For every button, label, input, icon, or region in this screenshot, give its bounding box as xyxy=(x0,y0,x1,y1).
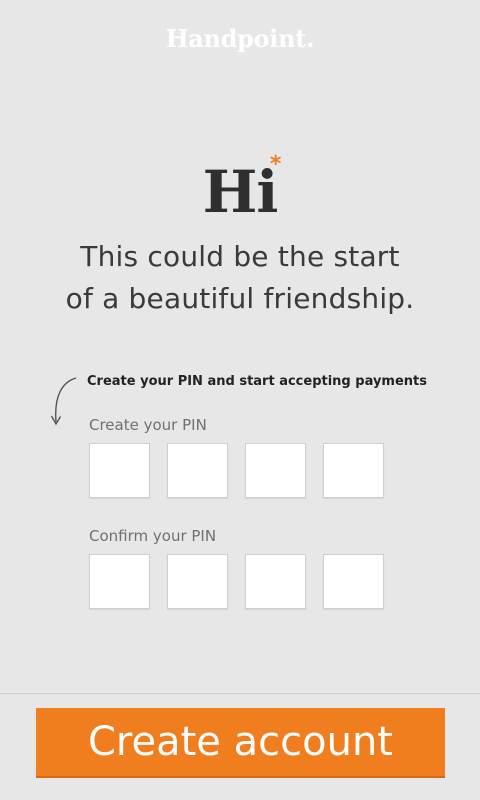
create-pin-label: Create your PIN xyxy=(89,416,207,434)
brand-logo-text: Handpoint xyxy=(165,24,307,53)
confirm-pin-label: Confirm your PIN xyxy=(89,527,217,545)
pin-instruction: Create your PIN and start accepting paym… xyxy=(87,374,427,389)
footer-divider xyxy=(0,693,480,694)
create-pin-row xyxy=(89,443,389,500)
create-pin-digit-3[interactable] xyxy=(245,443,306,498)
brand-logo-dot: . xyxy=(306,24,315,53)
tagline-line-1: This could be the start xyxy=(80,240,400,273)
create-pin-digit-1[interactable] xyxy=(89,443,150,498)
create-account-button[interactable]: Create account xyxy=(36,708,445,778)
confirm-pin-digit-4[interactable] xyxy=(323,554,384,609)
greeting-star-icon: * xyxy=(269,152,281,177)
greeting-heading: Hi * xyxy=(202,154,282,226)
curved-arrow-down-icon xyxy=(50,377,77,426)
confirm-pin-digit-2[interactable] xyxy=(167,554,228,609)
create-pin-digit-2[interactable] xyxy=(167,443,228,498)
tagline: This could be the start of a beautiful f… xyxy=(0,236,480,320)
confirm-pin-digit-1[interactable] xyxy=(89,554,150,609)
confirm-pin-digit-3[interactable] xyxy=(245,554,306,609)
create-pin-digit-4[interactable] xyxy=(323,443,384,498)
brand-logo: Handpoint. xyxy=(0,24,480,53)
greeting-block: Hi * xyxy=(0,154,480,226)
confirm-pin-row xyxy=(89,554,389,611)
greeting-text: Hi xyxy=(202,158,279,226)
tagline-line-2: of a beautiful friendship. xyxy=(65,282,415,315)
